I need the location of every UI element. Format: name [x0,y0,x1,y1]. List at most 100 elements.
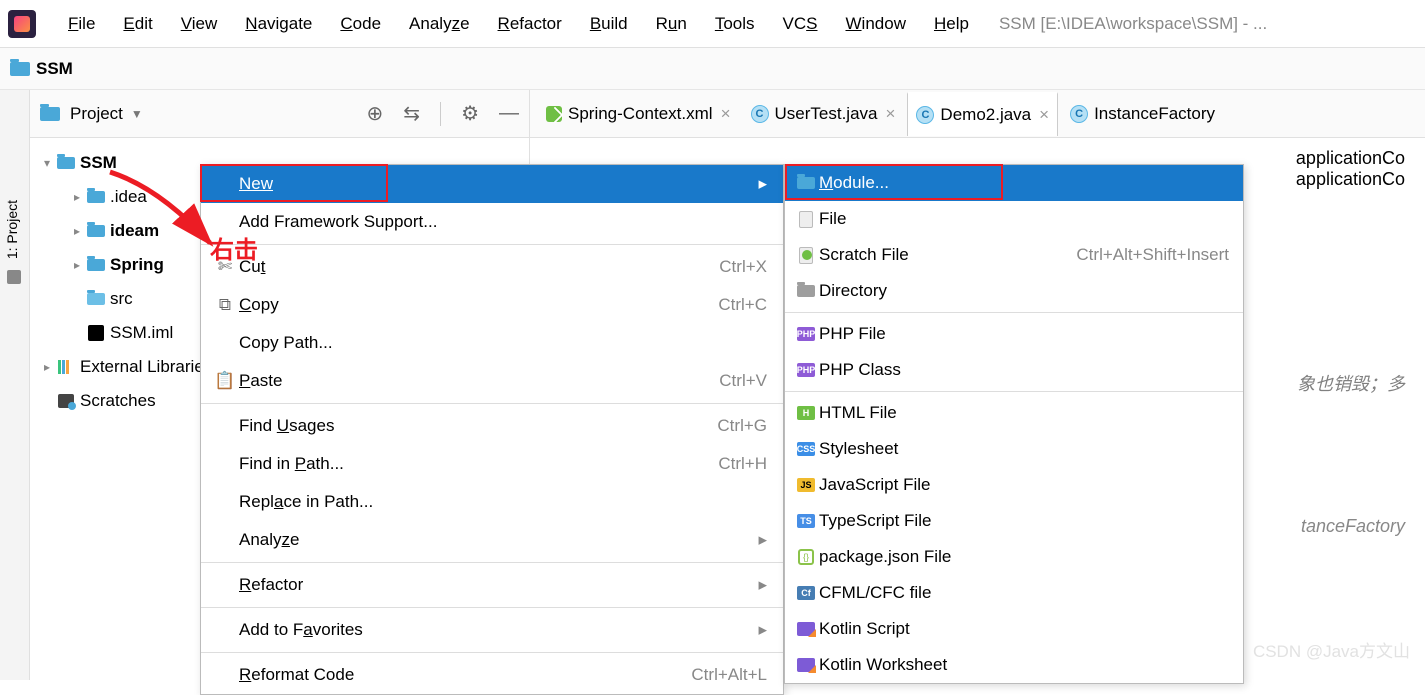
ctx-item-paste[interactable]: 📋PasteCtrl+V [201,362,783,400]
folder-icon [87,293,105,305]
sub-item-cfml[interactable]: CfCFML/CFC file [785,575,1243,611]
menu-item[interactable]: Help [920,14,983,34]
chevron-right-icon[interactable]: ▸ [38,360,56,374]
file-icon [799,211,813,228]
ctx-item-cut[interactable]: ✄CutCtrl+X [201,248,783,286]
separator [201,244,783,245]
ctx-item-copy-path[interactable]: Copy Path... [201,324,783,362]
close-icon[interactable]: × [721,104,731,124]
chevron-down-icon[interactable]: ▾ [38,156,56,170]
ctx-item-new[interactable]: New▸ [201,165,783,203]
menu-item[interactable]: Navigate [231,14,326,34]
sub-item-html[interactable]: HHTML File [785,395,1243,431]
cut-icon: ✄ [211,257,239,277]
sub-item-ts[interactable]: TSTypeScript File [785,503,1243,539]
tab-demo2[interactable]: C Demo2.java × [907,92,1058,136]
window-title-path: SSM [E:\IDEA\workspace\SSM] - ... [999,14,1267,34]
menu-item[interactable]: View [167,14,232,34]
module-folder-icon [87,259,105,271]
sub-item-js[interactable]: JSJavaScript File [785,467,1243,503]
project-panel-header: Project ▼ ⊕ ⇆ ⚙ — [30,90,529,138]
folder-icon [87,191,105,203]
sub-item-scratch[interactable]: Scratch FileCtrl+Alt+Shift+Insert [785,237,1243,273]
tab-instance-factory[interactable]: C InstanceFactory [1062,92,1223,136]
folder-icon [40,107,60,121]
menu-item[interactable]: Window [832,14,920,34]
separator [785,391,1243,392]
css-icon: CSS [797,442,815,456]
ctx-item-find-usages[interactable]: Find UsagesCtrl+G [201,407,783,445]
sub-item-directory[interactable]: Directory [785,273,1243,309]
sub-item-stylesheet[interactable]: CSSStylesheet [785,431,1243,467]
minimize-icon[interactable]: — [499,102,519,125]
class-icon: C [916,106,934,124]
rail-label-project[interactable]: 1: Project [4,200,20,259]
ts-icon: TS [797,514,815,528]
expand-icon[interactable]: ⇆ [403,101,420,126]
ctx-item-reformat[interactable]: Reformat CodeCtrl+Alt+L [201,656,783,694]
menu-item[interactable]: Refactor [484,14,576,34]
kotlin-icon [797,622,815,636]
sub-item-file[interactable]: File [785,201,1243,237]
separator [201,652,783,653]
target-icon[interactable]: ⊕ [367,101,384,126]
close-icon[interactable]: × [885,104,895,124]
paste-icon: 📋 [211,371,239,391]
chevron-right-icon[interactable]: ▸ [68,224,86,238]
menu-item[interactable]: File [54,14,109,34]
sub-item-php-class[interactable]: PHPPHP Class [785,352,1243,388]
sub-item-package-json[interactable]: {}package.json File [785,539,1243,575]
tab-usertest[interactable]: C UserTest.java × [743,92,904,136]
menu-item[interactable]: VCS [769,14,832,34]
copy-icon: ⧉ [211,295,239,315]
sub-item-kotlin-script[interactable]: Kotlin Script [785,611,1243,647]
ctx-item-favorites[interactable]: Add to Favorites▸ [201,611,783,649]
cfml-icon: Cf [797,586,815,600]
project-view-label[interactable]: Project [70,104,123,124]
xml-file-icon [546,106,562,122]
chevron-down-icon[interactable]: ▼ [131,107,143,121]
menu-item[interactable]: Run [642,14,701,34]
menu-items: FileEditViewNavigateCodeAnalyzeRefactorB… [54,14,983,34]
class-icon: C [751,105,769,123]
menu-item[interactable]: Edit [109,14,166,34]
ctx-item-refactor[interactable]: Refactor▸ [201,566,783,604]
module-folder-icon [87,225,105,237]
ctx-item-copy[interactable]: ⧉CopyCtrl+C [201,286,783,324]
new-submenu: Module... File Scratch FileCtrl+Alt+Shif… [784,164,1244,684]
separator [201,562,783,563]
chevron-right-icon[interactable]: ▸ [68,190,86,204]
menu-item[interactable]: Analyze [395,14,484,34]
ctx-item-find-in-path[interactable]: Find in Path...Ctrl+H [201,445,783,483]
project-header-tools: ⊕ ⇆ ⚙ — [367,101,519,126]
tab-spring-context[interactable]: Spring-Context.xml × [538,92,739,136]
html-icon: H [797,406,815,420]
close-icon[interactable]: × [1039,105,1049,125]
gear-icon[interactable]: ⚙ [461,101,479,126]
menu-item[interactable]: Build [576,14,642,34]
module-icon [797,177,815,189]
menu-item[interactable]: Code [326,14,395,34]
ctx-item-replace-in-path[interactable]: Replace in Path... [201,483,783,521]
tree-root-name: SSM [80,153,117,173]
kotlin-icon [797,658,815,672]
js-icon: JS [797,478,815,492]
chevron-right-icon[interactable]: ▸ [68,258,86,272]
scratches-icon [58,394,74,408]
divider [440,102,441,126]
sub-item-kotlin-worksheet[interactable]: Kotlin Worksheet [785,647,1243,683]
ctx-item-add-framework[interactable]: Add Framework Support... [201,203,783,241]
menu-item[interactable]: Tools [701,14,769,34]
sub-item-module[interactable]: Module... [785,165,1243,201]
app-icon [8,10,36,38]
scratch-file-icon [799,247,813,264]
context-menu: New▸ Add Framework Support... ✄CutCtrl+X… [200,164,784,695]
iml-file-icon [88,325,104,341]
separator [201,607,783,608]
ctx-item-analyze[interactable]: Analyze▸ [201,521,783,559]
sub-item-php-file[interactable]: PHPPHP File [785,316,1243,352]
folder-icon [10,62,30,76]
breadcrumb-project[interactable]: SSM [36,59,73,79]
separator [201,403,783,404]
rail-icon[interactable] [7,270,21,284]
